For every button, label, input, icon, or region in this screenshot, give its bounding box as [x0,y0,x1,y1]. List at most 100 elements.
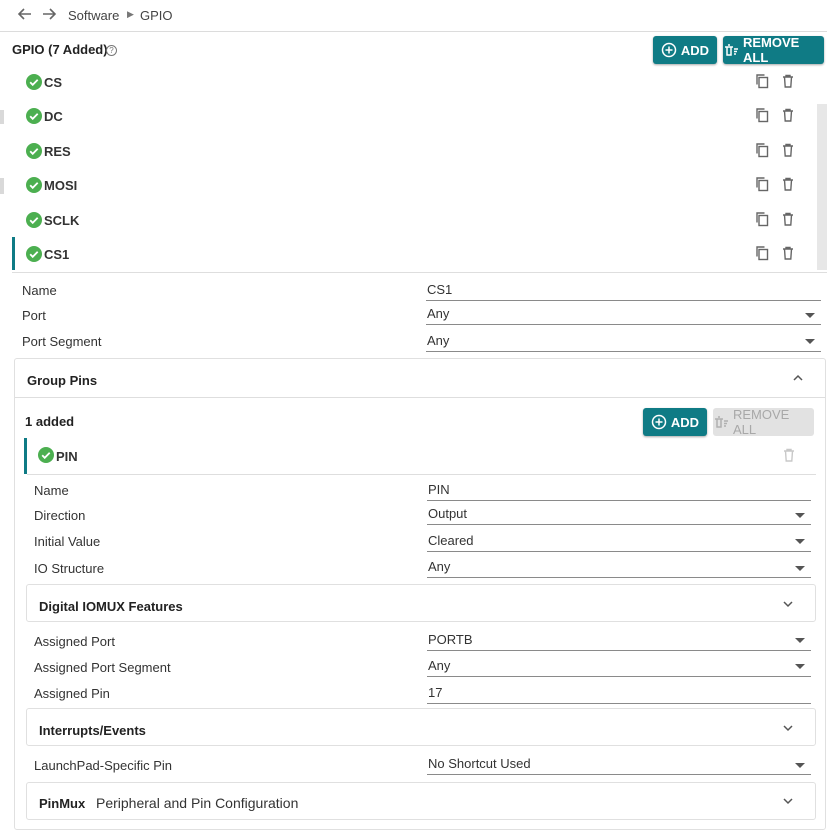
chevron-down-icon [795,638,805,643]
help-icon[interactable]: ? [106,45,117,56]
remove-all-pins-button[interactable]: REMOVE ALL [713,407,814,437]
port-segment-select[interactable]: Any [426,332,821,352]
gpio-item-label: RES [44,144,71,159]
name-label: Name [22,283,57,298]
gpio-list-item[interactable]: CS [12,65,816,99]
delete-sweep-icon [725,44,738,56]
assigned-pin-input[interactable]: 17 [427,684,811,704]
chevron-down-icon[interactable] [782,795,794,807]
copy-icon[interactable] [754,211,770,227]
breadcrumb-separator-icon: ▶ [127,9,134,19]
chevron-down-icon [795,763,805,768]
list-scrollbar[interactable] [817,104,827,270]
delete-icon[interactable] [781,447,797,463]
delete-icon[interactable] [780,73,796,89]
copy-icon[interactable] [754,176,770,192]
breadcrumb-software[interactable]: Software [68,8,119,23]
chevron-down-icon [795,566,805,571]
copy-icon[interactable] [754,107,770,123]
direction-select[interactable]: Output [427,505,811,525]
gpio-item-label: CS [44,75,63,90]
add-gpio-button[interactable]: ADD [653,36,717,64]
pin-name-label: Name [34,483,69,498]
copy-icon[interactable] [754,142,770,158]
pin-divider [27,474,816,475]
initial-value-value: Cleared [428,533,474,548]
chevron-down-icon[interactable] [782,598,794,610]
assigned-segment-value: Any [428,658,451,673]
assigned-port-label: Assigned Port [34,634,115,649]
assigned-port-select[interactable]: PORTB [427,631,811,651]
copy-icon[interactable] [754,73,770,89]
gpio-list-item[interactable]: MOSI [12,168,816,202]
delete-sweep-icon [715,416,728,428]
arrow-right-icon[interactable] [40,6,58,24]
pin-item-label[interactable]: PIN [56,449,78,464]
assigned-pin-label: Assigned Pin [34,686,110,701]
selected-pin-indicator [24,438,27,474]
add-circle-icon [661,42,677,58]
check-circle-icon [26,74,42,93]
port-segment-label: Port Segment [22,334,102,349]
pin-name-input[interactable]: PIN [427,481,811,501]
assigned-segment-select[interactable]: Any [427,657,811,677]
remove-all-gpio-button[interactable]: REMOVE ALL [723,35,824,65]
chevron-down-icon [805,313,815,318]
pinmux-title: PinMux [39,796,86,811]
launchpad-pin-label: LaunchPad-Specific Pin [34,758,173,773]
io-structure-label: IO Structure [34,561,105,576]
gpio-list-item[interactable]: CS1 [12,237,816,271]
direction-label: Direction [34,508,86,523]
name-input[interactable]: CS1 [426,281,821,301]
group-pins-title: Group Pins [27,373,98,388]
gpio-item-label: MOSI [44,178,78,193]
left-edge-marker [0,110,4,124]
list-divider [12,272,827,273]
direction-value: Output [428,506,468,521]
gpio-item-label: DC [44,109,63,124]
delete-icon[interactable] [780,107,796,123]
pinmux-subtitle: Peripheral and Pin Configuration [96,795,299,811]
delete-icon[interactable] [780,245,796,261]
chevron-down-icon[interactable] [782,722,794,734]
assigned-port-value: PORTB [428,632,473,647]
gpio-list-item[interactable]: DC [12,99,816,133]
delete-icon[interactable] [780,142,796,158]
launchpad-pin-value: No Shortcut Used [428,756,531,771]
delete-icon[interactable] [780,211,796,227]
add-pin-label: ADD [670,414,700,430]
chevron-down-icon [805,339,815,344]
initial-value-select[interactable]: Cleared [427,532,811,552]
delete-icon[interactable] [780,176,796,192]
gpio-item-label: SCLK [44,213,80,228]
gpio-list-item[interactable]: RES [12,134,816,168]
arrow-left-icon[interactable] [16,6,34,24]
port-select[interactable]: Any [426,305,821,325]
initial-value-label: Initial Value [34,534,101,549]
gpio-list-item[interactable]: SCLK [12,203,816,237]
group-pins-divider [15,397,825,398]
gpio-title: GPIO (7 Added) [12,42,108,57]
check-circle-icon [38,447,54,466]
add-gpio-label: ADD [680,42,710,58]
chevron-down-icon [795,513,805,518]
check-circle-icon [26,246,42,265]
chevron-up-icon[interactable] [792,372,804,384]
breadcrumb-bar [0,0,827,32]
launchpad-pin-select[interactable]: No Shortcut Used [427,755,811,775]
check-circle-icon [26,177,42,196]
io-structure-select[interactable]: Any [427,558,811,578]
gpio-item-label: CS1 [44,247,70,262]
check-circle-icon [26,143,42,162]
add-pin-button[interactable]: ADD [643,408,707,436]
chevron-down-icon [795,539,805,544]
remove-all-pins-label: REMOVE ALL [733,407,790,437]
iomux-title: Digital IOMUX Features [39,599,183,614]
check-circle-icon [26,108,42,127]
chevron-down-icon [795,664,805,669]
left-edge-marker [0,178,4,194]
copy-icon[interactable] [754,245,770,261]
breadcrumb-gpio: GPIO [140,8,173,23]
interrupts-title: Interrupts/Events [39,723,146,738]
port-label: Port [22,308,46,323]
